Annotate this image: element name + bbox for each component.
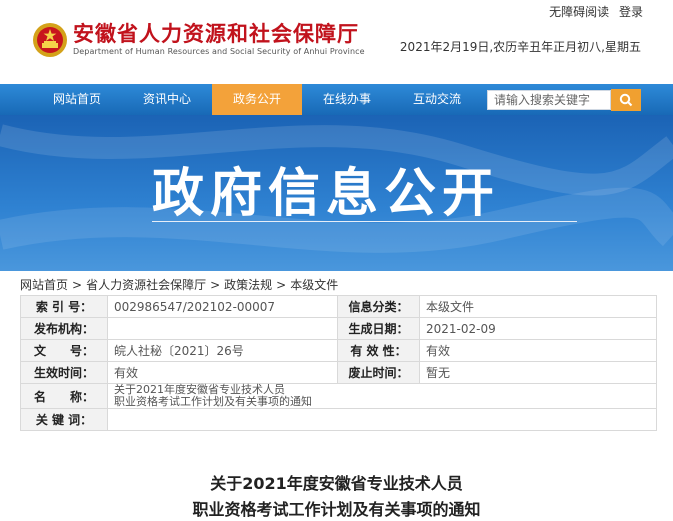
site-header: 安徽省人力资源和社会保障厅 Department of Human Resour… bbox=[0, 0, 673, 84]
docno-label: 文 号： bbox=[20, 339, 108, 362]
nav-item-news[interactable]: 资讯中心 bbox=[122, 84, 212, 115]
top-links: 无障碍阅读 登录 bbox=[543, 3, 643, 20]
index-label: 索 引 号： bbox=[20, 295, 108, 318]
search-button[interactable] bbox=[611, 89, 641, 111]
site-subtitle: Department of Human Resources and Social… bbox=[73, 47, 365, 56]
date-value: 2021-02-09 bbox=[419, 317, 657, 340]
banner: 政府信息公开 bbox=[0, 115, 673, 271]
effective-value: 有效 bbox=[107, 361, 338, 384]
breadcrumb-department[interactable]: 省人力资源社会保障厅 bbox=[86, 278, 206, 292]
document-meta-table: 索 引 号： 002986547/202102-00007 信息分类： 本级文件… bbox=[20, 295, 657, 431]
date-label: 生成日期： bbox=[337, 317, 420, 340]
table-row: 名 称： 关于2021年度安徽省专业技术人员 职业资格考试工作计划及有关事项的通… bbox=[20, 383, 657, 409]
publisher-label: 发布机构： bbox=[20, 317, 108, 340]
nav-item-online-service[interactable]: 在线办事 bbox=[302, 84, 392, 115]
nav-item-gov-affairs[interactable]: 政务公开 bbox=[212, 84, 302, 115]
nav-item-home[interactable]: 网站首页 bbox=[32, 84, 122, 115]
accessibility-link[interactable]: 无障碍阅读 bbox=[549, 5, 609, 19]
breadcrumb-policy[interactable]: 政策法规 bbox=[224, 278, 272, 292]
breadcrumb-separator: > bbox=[276, 278, 287, 292]
name-line-2: 职业资格考试工作计划及有关事项的通知 bbox=[114, 395, 312, 408]
keywords-label: 关 键 词： bbox=[20, 408, 108, 431]
site-title[interactable]: 安徽省人力资源和社会保障厅 bbox=[73, 18, 359, 48]
breadcrumb: 网站首页 > 省人力资源社会保障厅 > 政策法规 > 本级文件 bbox=[20, 276, 338, 293]
publisher-value bbox=[107, 317, 338, 340]
name-value: 关于2021年度安徽省专业技术人员 职业资格考试工作计划及有关事项的通知 bbox=[107, 383, 657, 409]
banner-title: 政府信息公开 bbox=[152, 164, 501, 224]
breadcrumb-home[interactable]: 网站首页 bbox=[20, 278, 68, 292]
category-value: 本级文件 bbox=[419, 295, 657, 318]
keywords-value bbox=[107, 408, 657, 431]
category-label: 信息分类： bbox=[337, 295, 420, 318]
breadcrumb-current[interactable]: 本级文件 bbox=[290, 278, 338, 292]
login-link[interactable]: 登录 bbox=[619, 5, 643, 19]
table-row: 关 键 词： bbox=[20, 408, 657, 431]
name-label: 名 称： bbox=[20, 383, 108, 409]
effective-label: 生效时间： bbox=[20, 361, 108, 384]
table-row: 发布机构： 生成日期： 2021-02-09 bbox=[20, 317, 657, 340]
search-input[interactable]: 请输入搜索关键字 bbox=[487, 90, 611, 110]
expire-label: 废止时间： bbox=[337, 361, 420, 384]
banner-divider bbox=[152, 221, 577, 222]
national-emblem-icon bbox=[33, 23, 67, 57]
table-row: 索 引 号： 002986547/202102-00007 信息分类： 本级文件 bbox=[20, 295, 657, 318]
document-title-line-1: 关于2021年度安徽省专业技术人员 bbox=[210, 474, 463, 493]
table-row: 文 号： 皖人社秘〔2021〕26号 有 效 性： 有效 bbox=[20, 339, 657, 362]
breadcrumb-separator: > bbox=[72, 278, 83, 292]
validity-label: 有 效 性： bbox=[337, 339, 420, 362]
breadcrumb-separator: > bbox=[210, 278, 221, 292]
validity-value: 有效 bbox=[419, 339, 657, 362]
nav-item-interaction[interactable]: 互动交流 bbox=[392, 84, 482, 115]
document-title-line-2: 职业资格考试工作计划及有关事项的通知 bbox=[192, 500, 481, 519]
docno-value: 皖人社秘〔2021〕26号 bbox=[107, 339, 338, 362]
table-row: 生效时间： 有效 废止时间： 暂无 bbox=[20, 361, 657, 384]
index-value: 002986547/202102-00007 bbox=[107, 295, 338, 318]
expire-value: 暂无 bbox=[419, 361, 657, 384]
search-icon bbox=[619, 93, 633, 107]
date-display: 2021年2月19日,农历辛丑年正月初八,星期五 bbox=[399, 40, 641, 54]
